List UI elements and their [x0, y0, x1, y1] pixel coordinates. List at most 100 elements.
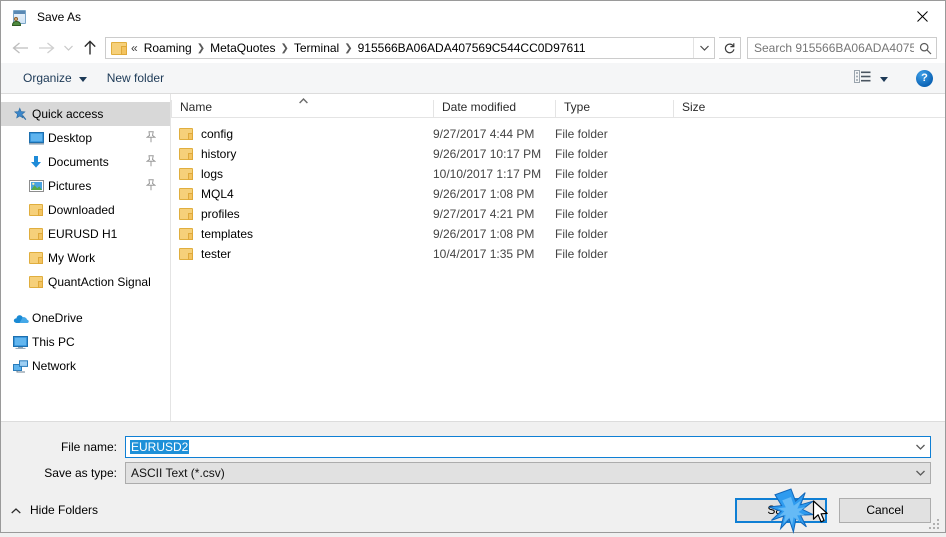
file-name: config [201, 127, 233, 141]
sidebar-item-quantaction-signal[interactable]: QuantAction Signal [1, 270, 170, 294]
breadcrumb-overflow[interactable]: « [130, 41, 140, 55]
save-as-dialog: Save As « Roaming ❯ MetaQuotes [0, 0, 946, 533]
breadcrumb-item-roaming[interactable]: Roaming [140, 41, 196, 55]
hide-folders-button[interactable]: Hide Folders [11, 503, 98, 517]
table-row[interactable]: MQL4 9/26/2017 1:08 PM File folder [171, 184, 945, 204]
caret-down-icon [79, 71, 87, 85]
title-bar: Save As [1, 1, 945, 33]
table-row[interactable]: history 9/26/2017 10:17 PM File folder [171, 144, 945, 164]
save-as-type-select[interactable]: ASCII Text (*.csv) [125, 462, 931, 484]
file-name: logs [201, 167, 223, 181]
file-name-cell: logs [171, 167, 433, 181]
table-row[interactable]: tester 10/4/2017 1:35 PM File folder [171, 244, 945, 264]
sidebar-item-my-work[interactable]: My Work [1, 246, 170, 270]
folder-icon [179, 128, 193, 140]
file-name-cell: MQL4 [171, 187, 433, 201]
file-name-cell: config [171, 127, 433, 141]
network-icon [13, 360, 32, 373]
file-date: 10/4/2017 1:35 PM [433, 247, 555, 261]
file-name-row: File name: EURUSD2 [1, 436, 945, 458]
this-pc-icon [13, 336, 32, 349]
sidebar-item-pictures[interactable]: Pictures [1, 174, 170, 198]
file-name: templates [201, 227, 253, 241]
command-bar: Organize New folder [1, 63, 945, 94]
new-folder-button[interactable]: New folder [99, 66, 172, 90]
breadcrumb-item-instance[interactable]: 915566BA06ADA407569C544CC0D97611 [354, 41, 590, 55]
organize-button[interactable]: Organize [15, 66, 95, 90]
search-input[interactable]: Search 915566BA06ADA40756... [748, 41, 914, 55]
hide-folders-label: Hide Folders [30, 503, 98, 517]
sidebar-spacer [1, 294, 170, 306]
navigation-bar: « Roaming ❯ MetaQuotes ❯ Terminal ❯ 9155… [1, 33, 945, 63]
table-row[interactable]: logs 10/10/2017 1:17 PM File folder [171, 164, 945, 184]
view-layout-icon [854, 70, 871, 86]
close-button[interactable] [899, 1, 945, 32]
dialog-footer: Hide Folders Save Cancel [1, 488, 945, 532]
file-type: File folder [555, 207, 673, 221]
sidebar-item-desktop[interactable]: Desktop [1, 126, 170, 150]
column-header-type[interactable]: Type [555, 100, 673, 117]
sidebar-label: Network [32, 359, 76, 373]
recent-locations-button[interactable] [59, 36, 77, 60]
folder-icon [179, 148, 193, 160]
column-header-date-modified[interactable]: Date modified [433, 100, 555, 117]
help-button[interactable]: ? [916, 70, 933, 87]
up-button[interactable] [77, 36, 103, 60]
sidebar-item-documents[interactable]: Documents [1, 150, 170, 174]
column-header-size[interactable]: Size [673, 100, 753, 117]
chevron-up-icon [11, 503, 21, 517]
chevron-right-icon: ❯ [343, 43, 353, 54]
file-name: history [201, 147, 236, 161]
file-name-value[interactable]: EURUSD2 [126, 440, 911, 454]
file-name: profiles [201, 207, 240, 221]
dialog-body: Quick access Desktop [1, 94, 945, 421]
save-form: File name: EURUSD2 Save as type: ASCII T… [1, 421, 945, 488]
sidebar-label: QuantAction Signal [48, 275, 151, 289]
save-as-type-row: Save as type: ASCII Text (*.csv) [1, 462, 945, 484]
folder-icon [179, 228, 193, 240]
sidebar-item-network[interactable]: Network [1, 354, 170, 378]
cancel-button[interactable]: Cancel [839, 498, 931, 523]
save-as-type-dropdown-button[interactable] [911, 463, 930, 483]
file-rows: config 9/27/2017 4:44 PM File folder his… [171, 118, 945, 421]
folder-icon [29, 276, 48, 288]
pin-icon[interactable] [146, 155, 156, 170]
table-row[interactable]: templates 9/26/2017 1:08 PM File folder [171, 224, 945, 244]
file-list-pane: Name Date modified Type Size config 9/27… [171, 94, 945, 421]
file-name-cell: profiles [171, 207, 433, 221]
search-box[interactable]: Search 915566BA06ADA40756... [747, 37, 937, 59]
back-button[interactable] [7, 36, 33, 60]
file-name-dropdown-button[interactable] [911, 437, 930, 457]
new-folder-label: New folder [107, 71, 164, 85]
folder-icon [179, 188, 193, 200]
table-row[interactable]: profiles 9/27/2017 4:21 PM File folder [171, 204, 945, 224]
sidebar-item-eurusd-h1[interactable]: EURUSD H1 [1, 222, 170, 246]
sidebar-item-this-pc[interactable]: This PC [1, 330, 170, 354]
documents-icon [29, 155, 48, 169]
pin-icon[interactable] [146, 179, 156, 194]
sidebar-item-downloaded[interactable]: Downloaded [1, 198, 170, 222]
folder-icon [111, 42, 127, 55]
refresh-button[interactable] [719, 37, 741, 59]
file-name-input[interactable]: EURUSD2 [125, 436, 931, 458]
forward-button[interactable] [33, 36, 59, 60]
breadcrumb-item-metaquotes[interactable]: MetaQuotes [206, 41, 279, 55]
footer-buttons: Save Cancel [735, 498, 931, 523]
change-view-button[interactable] [849, 66, 893, 90]
caret-down-icon [880, 71, 888, 85]
save-button[interactable]: Save [735, 498, 827, 523]
address-bar[interactable]: « Roaming ❯ MetaQuotes ❯ Terminal ❯ 9155… [105, 37, 715, 59]
table-row[interactable]: config 9/27/2017 4:44 PM File folder [171, 124, 945, 144]
address-dropdown-button[interactable] [693, 38, 714, 58]
search-icon [914, 42, 936, 55]
file-type: File folder [555, 147, 673, 161]
resize-grip-icon[interactable] [929, 517, 941, 529]
sidebar-item-quick-access[interactable]: Quick access [1, 102, 170, 126]
pin-icon[interactable] [146, 131, 156, 146]
sidebar-item-onedrive[interactable]: OneDrive [1, 306, 170, 330]
file-type: File folder [555, 227, 673, 241]
window-title: Save As [37, 10, 81, 24]
folder-icon [29, 204, 48, 216]
folder-icon [179, 168, 193, 180]
breadcrumb-item-terminal[interactable]: Terminal [290, 41, 343, 55]
